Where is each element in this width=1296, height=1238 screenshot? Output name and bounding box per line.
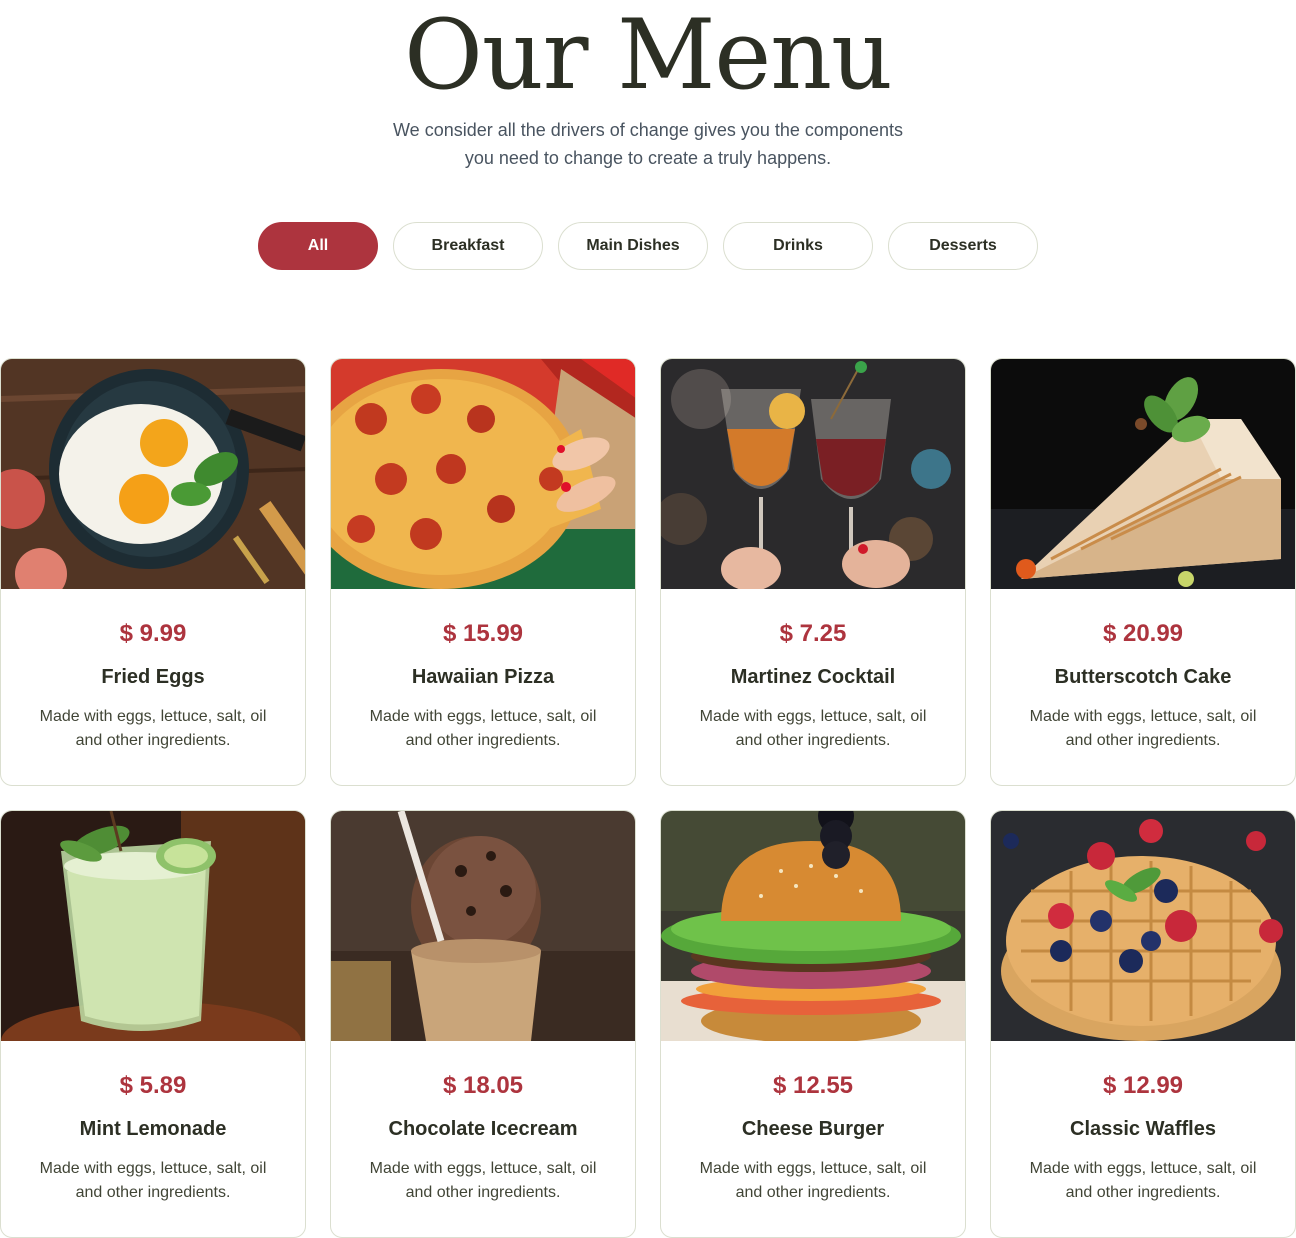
filter-desserts-button[interactable]: Desserts [888,222,1038,270]
item-price: $ 12.55 [772,1072,854,1099]
item-price: $ 15.99 [442,620,524,647]
item-description: Made with eggs, lettuce, salt, oil and o… [991,1157,1295,1205]
item-description: Made with eggs, lettuce, salt, oil and o… [1,1157,305,1205]
item-price: $ 7.25 [779,620,847,647]
menu-card[interactable]: $ 12.55 Cheese Burger Made with eggs, le… [660,810,966,1238]
item-name: Mint Lemonade [79,1118,227,1140]
item-description-line-1: Made with eggs, lettuce, salt, oil [39,708,267,725]
item-description-line-1: Made with eggs, lettuce, salt, oil [1029,1160,1257,1177]
item-description-line-2: and other ingredients. [1065,732,1221,749]
item-description-line-2: and other ingredients. [405,1184,561,1201]
item-price: $ 18.05 [442,1072,524,1099]
item-name: Fried Eggs [101,666,205,688]
cocktail-photo [661,359,965,589]
item-description: Made with eggs, lettuce, salt, oil and o… [661,1157,965,1205]
item-description-line-1: Made with eggs, lettuce, salt, oil [369,708,597,725]
item-description-line-2: and other ingredients. [735,732,891,749]
lemonade-photo [1,811,305,1041]
item-description-line-2: and other ingredients. [75,1184,231,1201]
item-name: Chocolate Icecream [388,1118,578,1140]
category-filter-bar: All Breakfast Main Dishes Drinks Dessert… [258,222,1038,270]
item-name: Hawaiian Pizza [411,666,555,688]
item-name: Classic Waffles [1070,1118,1216,1140]
menu-card[interactable]: $ 7.25 Martinez Cocktail Made with eggs,… [660,358,966,786]
filter-all-button[interactable]: All [258,222,378,270]
burger-photo [661,811,965,1041]
cake-photo [991,359,1295,589]
item-name: Butterscotch Cake [1054,666,1232,688]
item-description-line-1: Made with eggs, lettuce, salt, oil [699,1160,927,1177]
filter-main-dishes-button[interactable]: Main Dishes [558,222,708,270]
item-description-line-1: Made with eggs, lettuce, salt, oil [1029,708,1257,725]
menu-card[interactable]: $ 15.99 Hawaiian Pizza Made with eggs, l… [330,358,636,786]
item-description: Made with eggs, lettuce, salt, oil and o… [1,705,305,753]
menu-grid: $ 9.99 Fried Eggs Made with eggs, lettuc… [0,358,1296,1238]
item-description-line-2: and other ingredients. [405,732,561,749]
menu-card[interactable]: $ 12.99 Classic Waffles Made with eggs, … [990,810,1296,1238]
item-description: Made with eggs, lettuce, salt, oil and o… [991,705,1295,753]
page-title: Our Menu [404,0,893,111]
item-description-line-1: Made with eggs, lettuce, salt, oil [39,1160,267,1177]
filter-drinks-button[interactable]: Drinks [723,222,873,270]
item-description: Made with eggs, lettuce, salt, oil and o… [661,705,965,753]
waffles-photo [991,811,1295,1041]
page-subtitle: We consider all the drivers of change gi… [348,116,948,172]
item-description-line-1: Made with eggs, lettuce, salt, oil [699,708,927,725]
subtitle-line-2: you need to change to create a truly hap… [464,148,832,168]
pizza-photo [331,359,635,589]
item-price: $ 9.99 [119,620,187,647]
item-name: Cheese Burger [741,1118,885,1140]
fried-eggs-photo [1,359,305,589]
item-price: $ 5.89 [119,1072,187,1099]
item-description: Made with eggs, lettuce, salt, oil and o… [331,1157,635,1205]
filter-breakfast-button[interactable]: Breakfast [393,222,543,270]
item-description-line-1: Made with eggs, lettuce, salt, oil [369,1160,597,1177]
menu-card[interactable]: $ 9.99 Fried Eggs Made with eggs, lettuc… [0,358,306,786]
item-description: Made with eggs, lettuce, salt, oil and o… [331,705,635,753]
item-description-line-2: and other ingredients. [75,732,231,749]
menu-card[interactable]: $ 20.99 Butterscotch Cake Made with eggs… [990,358,1296,786]
menu-card[interactable]: $ 18.05 Chocolate Icecream Made with egg… [330,810,636,1238]
item-price: $ 12.99 [1102,1072,1184,1099]
item-description-line-2: and other ingredients. [1065,1184,1221,1201]
item-description-line-2: and other ingredients. [735,1184,891,1201]
icecream-photo [331,811,635,1041]
subtitle-line-1: We consider all the drivers of change gi… [393,120,903,140]
item-name: Martinez Cocktail [730,666,896,688]
item-price: $ 20.99 [1102,620,1184,647]
menu-card[interactable]: $ 5.89 Mint Lemonade Made with eggs, let… [0,810,306,1238]
